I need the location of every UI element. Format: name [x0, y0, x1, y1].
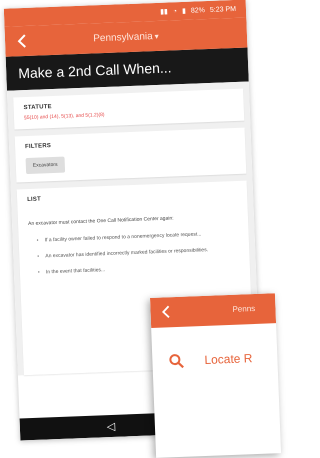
list-intro: An excavator must contact the One Call N…	[27, 215, 174, 228]
status-time: 5:23 PM	[209, 5, 237, 14]
filter-chip-excavators[interactable]: Excavators	[25, 156, 65, 175]
filters-heading: FILTERS	[25, 143, 52, 151]
battery-icon: ▮	[181, 7, 187, 15]
signal-icon: ▮▮	[159, 8, 168, 16]
chevron-down-icon: ▾	[154, 31, 159, 41]
front-back-button[interactable]	[156, 302, 175, 325]
list-item: An excavator has identified incorrectly …	[29, 244, 239, 260]
front-app-bar: Penns	[150, 293, 277, 328]
nav-back-icon[interactable]: ◁	[106, 419, 115, 432]
chevron-left-icon	[161, 305, 170, 318]
locate-request-item[interactable]: Locate R	[151, 323, 278, 370]
list-item: In the event that facilities...	[30, 260, 240, 276]
state-selector[interactable]: Pennsylvania ▾	[5, 27, 247, 47]
front-title: Penns	[232, 303, 256, 314]
front-phone-screen: Penns Locate R	[150, 293, 282, 458]
list-item: If a facility owner failed to respond to…	[29, 228, 239, 244]
state-selector-label: Pennsylvania	[93, 30, 153, 44]
statute-card: STATUTE §5(10) and (14), 5(13), and 5(1.…	[13, 88, 245, 130]
search-icon	[169, 354, 184, 369]
page-title: Make a 2nd Call When...	[17, 59, 172, 82]
filters-card: FILTERS Excavators	[14, 127, 247, 183]
chevron-left-icon	[17, 34, 26, 48]
wifi-icon: ◔	[172, 7, 178, 15]
list-heading: LIST	[27, 196, 42, 204]
locate-request-label: Locate R	[204, 351, 253, 367]
back-button[interactable]	[11, 31, 34, 52]
battery-percent: 82%	[190, 6, 206, 15]
